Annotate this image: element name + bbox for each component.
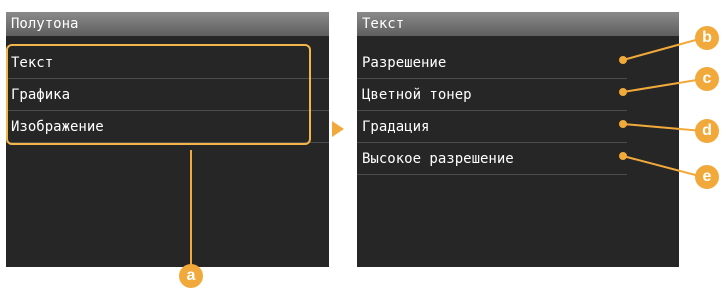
callout-badge-d: d: [695, 119, 719, 143]
callout-dot-b: [619, 56, 627, 64]
callout-badge-e: e: [695, 165, 719, 189]
callout-line-b: [622, 37, 704, 61]
callout-badge-b: b: [695, 26, 719, 50]
callout-line-d: [622, 123, 704, 132]
callout-badge-a: a: [179, 264, 203, 288]
callout-badge-c: c: [695, 67, 719, 91]
callout-dot-e: [619, 152, 627, 160]
callout-dot-d: [619, 120, 627, 128]
callout-lines: [190, 37, 704, 265]
callout-line-c: [622, 78, 704, 93]
callout-line-e: [622, 155, 704, 178]
callout-dot-c: [619, 88, 627, 96]
